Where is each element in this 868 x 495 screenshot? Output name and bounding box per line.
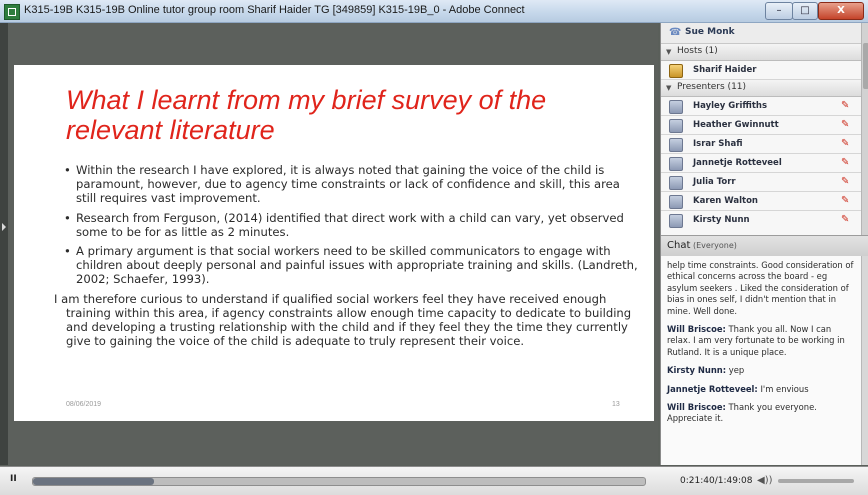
chat-text: yep [726, 365, 745, 376]
host-icon [669, 64, 683, 78]
presenter-icon [669, 195, 683, 209]
attendee-row-presenter[interactable]: Heather Gwinnutt ✎ [661, 116, 861, 135]
adobe-connect-app-icon [4, 4, 20, 20]
window-titlebar: K315-19B K315-19B Online tutor group roo… [0, 0, 868, 23]
chat-scope: (Everyone) [693, 241, 737, 250]
chat-message: Jannetje Rotteveel: I'm envious [661, 384, 861, 395]
collapse-triangle-icon: ▼ [666, 84, 672, 92]
slide-body: Within the research I have explored, it … [54, 163, 642, 348]
attendee-name: Heather Gwinnutt [693, 120, 779, 130]
attendee-row-presenter[interactable]: Hayley Griffiths ✎ [661, 97, 861, 116]
attendee-row-host[interactable]: Sharif Haider [661, 61, 861, 80]
chat-sender: Will Briscoe: [667, 324, 726, 335]
expand-arrow-icon[interactable] [2, 223, 6, 231]
collapse-triangle-icon: ▼ [666, 48, 672, 56]
attendee-name: Kirsty Nunn [693, 215, 750, 225]
attendee-name: Karen Walton [693, 196, 758, 206]
slide-title: What I learnt from my brief survey of th… [66, 85, 547, 145]
slide-paragraph: I am therefore curious to understand if … [54, 291, 632, 349]
attendee-row-presenter[interactable]: Julia Torr ✎ [661, 173, 861, 192]
mic-muted-icon: ✎ [841, 157, 850, 168]
chat-message: Will Briscoe: Thank you everyone. Apprec… [661, 402, 861, 425]
chat-text: help time constraints. Good consideratio… [667, 260, 854, 316]
close-button[interactable]: X [818, 2, 864, 20]
collapse-handle[interactable] [0, 23, 8, 465]
share-pod: What I learnt from my brief survey of th… [0, 23, 658, 465]
minimize-button[interactable]: – [765, 2, 793, 20]
scrollbar-thumb[interactable] [863, 43, 868, 89]
pause-button[interactable]: II [10, 474, 24, 488]
current-user-name: Sue Monk [685, 27, 735, 37]
hosts-header-label: Hosts (1) [677, 46, 718, 56]
mic-muted-icon: ✎ [841, 119, 850, 130]
playback-progress-bar[interactable] [32, 477, 646, 486]
attendee-row-presenter[interactable]: Israr Shafi ✎ [661, 135, 861, 154]
presenter-icon [669, 119, 683, 133]
right-panel: ☎ Sue Monk ▼ Hosts (1) Sharif Haider ▼ P… [660, 23, 868, 465]
current-user-row[interactable]: ☎ Sue Monk [661, 23, 861, 44]
attendee-name: Hayley Griffiths [693, 101, 768, 111]
attendee-name: Israr Shafi [693, 139, 743, 149]
mic-muted-icon: ✎ [841, 176, 850, 187]
chat-title: Chat [667, 240, 691, 251]
slide-page-number: 13 [612, 401, 620, 408]
hosts-section-header[interactable]: ▼ Hosts (1) [661, 44, 861, 61]
user-icon: ☎ [669, 27, 682, 38]
mic-muted-icon: ✎ [841, 138, 850, 149]
attendee-name: Jannetje Rotteveel [693, 158, 782, 168]
volume-slider[interactable] [778, 479, 854, 483]
presenter-icon [669, 214, 683, 228]
slide-bullet: A primary argument is that social worker… [62, 244, 642, 287]
chat-message: Kirsty Nunn: yep [661, 365, 861, 376]
presenter-icon [669, 176, 683, 190]
chat-pod-header: Chat (Everyone) [661, 235, 868, 257]
playback-time: 0:21:40/1:49:08 [680, 476, 753, 486]
attendee-name: Sharif Haider [693, 65, 757, 75]
playback-progress-fill [33, 478, 155, 485]
presenters-header-label: Presenters (11) [677, 82, 747, 92]
mic-muted-icon: ✎ [841, 195, 850, 206]
attendee-row-presenter[interactable]: Karen Walton ✎ [661, 192, 861, 211]
chat-message: Will Briscoe: Thank you all. Now I can r… [661, 324, 861, 358]
chat-sender: Kirsty Nunn: [667, 365, 727, 376]
chat-messages: help time constraints. Good consideratio… [661, 256, 861, 465]
maximize-button[interactable]: □ [792, 2, 818, 20]
playback-controls: II 0:21:40/1:49:08 ◀)) [0, 466, 868, 495]
mic-muted-icon: ✎ [841, 100, 850, 111]
slide-bullet: Research from Ferguson, (2014) identifie… [62, 211, 642, 239]
presentation-slide: What I learnt from my brief survey of th… [14, 65, 654, 421]
presenter-icon [669, 100, 683, 114]
attendee-row-presenter[interactable]: Kirsty Nunn ✎ [661, 211, 861, 236]
slide-bullet: Within the research I have explored, it … [62, 163, 642, 206]
chat-sender: Jannetje Rotteveel: [667, 383, 758, 394]
chat-message: help time constraints. Good consideratio… [661, 260, 861, 317]
attendee-name: Julia Torr [693, 177, 736, 187]
presenter-icon [669, 157, 683, 171]
attendee-row-presenter[interactable]: Jannetje Rotteveel ✎ [661, 154, 861, 173]
presenter-icon [669, 138, 683, 152]
attendee-list-scrollbar[interactable] [861, 23, 868, 235]
chat-sender: Will Briscoe: [667, 402, 726, 413]
slide-footer-date: 08/06/2019 [66, 401, 102, 408]
chat-scrollbar[interactable] [861, 256, 868, 465]
presenters-section-header[interactable]: ▼ Presenters (11) [661, 80, 861, 97]
mic-muted-icon: ✎ [841, 214, 850, 225]
volume-icon[interactable]: ◀)) [757, 475, 773, 486]
chat-text: I'm envious [757, 383, 809, 394]
window-title: K315-19B K315-19B Online tutor group roo… [24, 4, 525, 16]
